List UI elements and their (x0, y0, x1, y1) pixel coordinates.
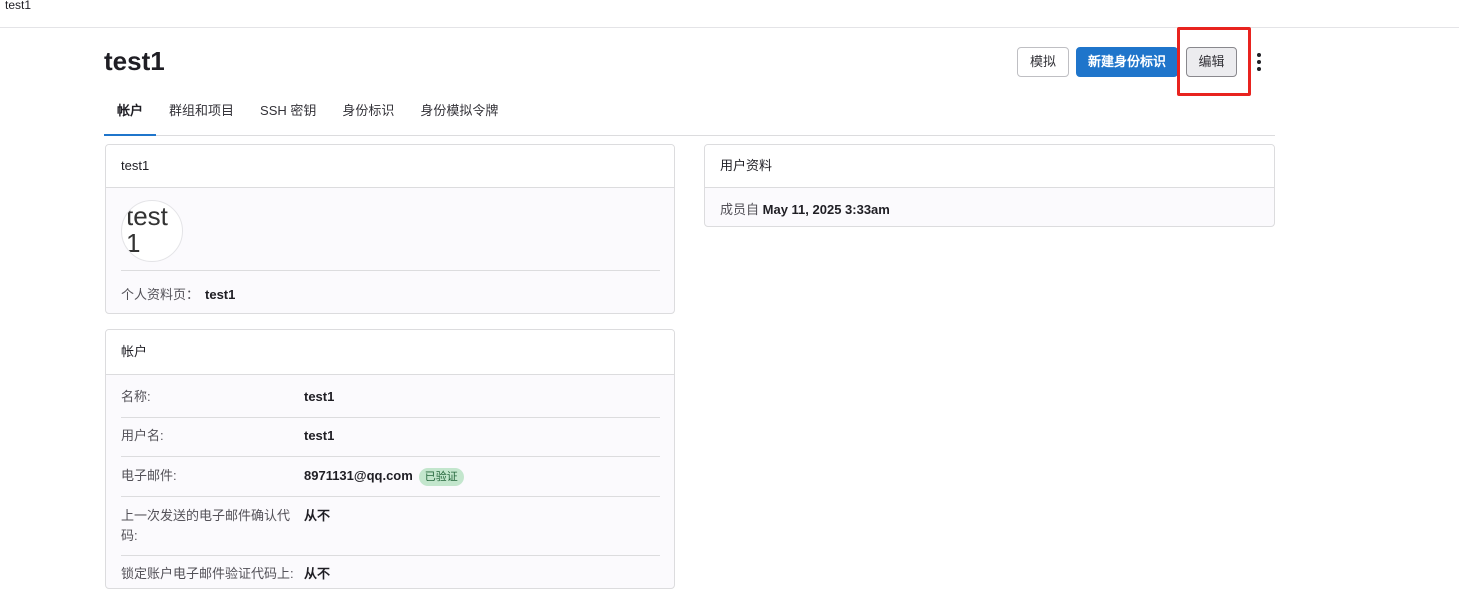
profile-page-line: 个人资料页： test1 (121, 284, 235, 303)
row-value: test1 (304, 428, 335, 443)
user-profile-card: 用户资料 成员自 May 11, 2025 3:33am (704, 144, 1275, 227)
tab-groups-projects[interactable]: 群组和项目 (156, 96, 247, 135)
account-row-email: 电子邮件: 8971131@qq.com 已验证 (121, 466, 660, 497)
avatar-alt-text: test1 (126, 201, 168, 258)
member-since-label: 成员自 (720, 202, 760, 217)
tab-account[interactable]: 帐户 (104, 96, 157, 136)
account-card-title: 帐户 (106, 330, 674, 375)
divider (121, 270, 660, 271)
impersonate-button[interactable]: 模拟 (1017, 47, 1069, 77)
email-value: 8971131@qq.com (304, 468, 413, 483)
row-value: test1 (304, 389, 335, 404)
more-actions-icon[interactable] (1252, 52, 1266, 72)
row-label: 电子邮件: (121, 468, 177, 483)
tab-identities[interactable]: 身份标识 (329, 96, 407, 135)
account-row-last-confirmation: 上一次发送的电子邮件确认代码: 从不 (121, 506, 660, 556)
profile-page-label: 个人资料页： (121, 287, 200, 302)
account-row-locked-code: 锁定账户电子邮件验证代码上: 从不 (121, 564, 660, 588)
new-identity-button[interactable]: 新建身份标识 (1076, 47, 1178, 77)
account-row-username: 用户名: test1 (121, 426, 660, 457)
row-label: 锁定账户电子邮件验证代码上: (121, 566, 294, 581)
page-title: test1 (104, 46, 165, 76)
user-tabs: 帐户 群组和项目 SSH 密钥 身份标识 身份模拟令牌 (104, 96, 1275, 136)
highlight-annotation-box (1177, 27, 1251, 96)
user-card-title: test1 (106, 145, 674, 188)
avatar: test1 (121, 200, 183, 262)
window-title-bar: test1 (0, 0, 1459, 28)
verified-badge: 已验证 (418, 468, 464, 486)
row-label: 用户名: (121, 428, 164, 443)
row-value: 从不 (304, 508, 331, 523)
profile-page-link[interactable]: test1 (205, 287, 235, 302)
profile-card-title: 用户资料 (705, 145, 1274, 188)
row-value: 8971131@qq.com 已验证 (304, 466, 464, 486)
member-since-line: 成员自 May 11, 2025 3:33am (705, 188, 1274, 218)
row-value: 从不 (304, 566, 331, 581)
tab-impersonation-tokens[interactable]: 身份模拟令牌 (407, 96, 511, 135)
user-summary-card: test1 test1 个人资料页： test1 (105, 144, 675, 314)
tab-ssh-keys[interactable]: SSH 密钥 (247, 96, 329, 135)
row-label: 名称: (121, 389, 151, 404)
window-title: test1 (5, 0, 32, 12)
account-row-name: 名称: test1 (121, 387, 660, 418)
row-label: 上一次发送的电子邮件确认代码: (121, 508, 291, 543)
member-since-value: May 11, 2025 3:33am (762, 202, 890, 217)
account-card: 帐户 名称: test1 用户名: test1 电子邮件: 8971131@qq… (105, 329, 675, 589)
